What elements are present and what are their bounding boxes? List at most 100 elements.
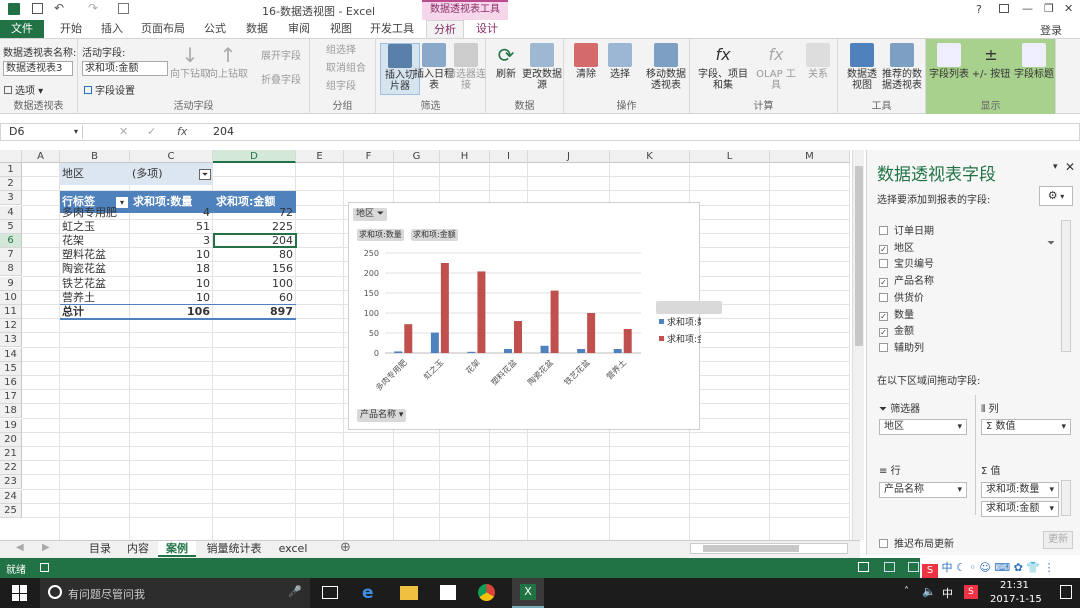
pivot-row-amt[interactable]: 80 xyxy=(213,248,293,262)
field-item[interactable]: ✓ 产品名称 xyxy=(879,272,934,288)
value-item-qty[interactable]: 求和项:数量 xyxy=(981,482,1059,498)
store-icon[interactable] xyxy=(440,585,456,600)
recommended-pivot-button[interactable]: 推荐的数据透视表 xyxy=(880,43,924,91)
row-header[interactable]: 16 xyxy=(0,376,22,390)
field-list-scrollbar[interactable] xyxy=(1061,220,1071,352)
row-header[interactable]: 12 xyxy=(0,319,22,334)
drill-down-button[interactable]: ↓ 向下钻取 xyxy=(170,43,210,80)
row-header[interactable]: 3 xyxy=(0,191,22,206)
checkbox-icon[interactable] xyxy=(879,259,888,269)
microphone-icon[interactable]: 🎤 xyxy=(288,585,302,598)
ime-toolbar[interactable]: S 中 ☾ ◦ ☺ ⌨ ✿ 👕 ⋮ xyxy=(920,558,1080,578)
minimize-button[interactable]: — xyxy=(1022,2,1033,15)
column-header[interactable]: F xyxy=(344,150,394,163)
options-button[interactable]: 选项 ▾ xyxy=(4,82,43,97)
sign-in-link[interactable]: 登录 xyxy=(1040,22,1062,38)
excel-taskbar-icon[interactable]: X xyxy=(512,578,544,608)
group-field-button[interactable]: 组字段 xyxy=(326,81,356,93)
prev-sheet-icon[interactable]: ◀ xyxy=(16,542,24,553)
h-scroll-thumb[interactable] xyxy=(703,545,799,552)
pivot-row-qty[interactable]: 10 xyxy=(130,248,210,262)
checkbox-checked-icon[interactable]: ✓ xyxy=(879,311,888,321)
row-header[interactable]: 7 xyxy=(0,248,22,263)
row-header[interactable]: 5 xyxy=(0,219,22,234)
tab-formulas[interactable]: 公式 xyxy=(196,20,234,38)
tab-developer[interactable]: 开发工具 xyxy=(364,20,420,38)
column-header[interactable]: C xyxy=(130,150,213,163)
pivot-total-label[interactable]: 总计 xyxy=(62,305,84,319)
macro-record-icon[interactable] xyxy=(40,563,49,572)
pivot-row-amt[interactable]: 225 xyxy=(213,220,293,234)
row-header[interactable]: 19 xyxy=(0,418,22,433)
ungroup-button[interactable]: 取消组合 xyxy=(326,63,366,75)
row-header[interactable]: 11 xyxy=(0,305,22,319)
field-settings-button[interactable]: 字段设置 xyxy=(84,82,135,97)
pivot-row-qty[interactable]: 10 xyxy=(130,277,210,291)
next-sheet-icon[interactable]: ▶ xyxy=(42,542,50,553)
horizontal-scrollbar[interactable] xyxy=(690,543,848,554)
pivot-row-label[interactable]: 塑料花盆 xyxy=(62,248,130,262)
customize-icon[interactable] xyxy=(118,3,129,14)
column-header[interactable]: M xyxy=(770,150,850,163)
undo-icon[interactable]: ↶ xyxy=(54,1,64,15)
pivot-row-label[interactable]: 多肉专用肥 xyxy=(62,206,130,220)
close-button[interactable]: ✕ xyxy=(1064,2,1073,15)
column-item-values[interactable]: Σ 数值 xyxy=(981,419,1071,435)
pivot-row-qty[interactable]: 18 xyxy=(130,262,210,276)
pivot-row-qty[interactable]: 10 xyxy=(130,291,210,305)
row-item-product[interactable]: 产品名称 xyxy=(879,482,967,498)
row-header[interactable]: 2 xyxy=(0,177,22,192)
field-item[interactable]: 宝贝编号 xyxy=(879,255,934,270)
tab-page-layout[interactable]: 页面布局 xyxy=(136,20,190,38)
filter-connections-button[interactable]: 筛选器连接 xyxy=(446,43,486,91)
chart-axis-button[interactable]: 产品名称 ▾ xyxy=(357,409,407,422)
field-item[interactable]: ✓ 金额 xyxy=(879,322,914,338)
pane-close-icon[interactable]: ✕ xyxy=(1065,160,1075,174)
excel-save-icon[interactable] xyxy=(8,3,20,15)
help-button[interactable]: ? xyxy=(976,3,982,16)
row-header[interactable]: 9 xyxy=(0,276,22,291)
pivot-chart-button[interactable]: 数据透视图 xyxy=(844,43,880,91)
tab-home[interactable]: 开始 xyxy=(50,20,92,38)
sheet-tab-excel[interactable]: excel xyxy=(272,541,314,557)
tab-view[interactable]: 视图 xyxy=(322,20,360,38)
add-sheet-icon[interactable]: ⊕ xyxy=(340,540,351,555)
checkbox-checked-icon[interactable]: ✓ xyxy=(879,328,888,338)
notifications-icon[interactable] xyxy=(1060,585,1072,599)
filter-item-region[interactable]: 地区 xyxy=(879,419,967,435)
tab-design[interactable]: 设计 xyxy=(468,20,506,38)
explorer-icon[interactable] xyxy=(400,586,418,600)
column-header[interactable]: D xyxy=(213,150,296,163)
pane-options-icon[interactable]: ▾ xyxy=(1053,162,1058,172)
pivot-row-qty[interactable]: 3 xyxy=(130,234,210,248)
row-header[interactable]: 10 xyxy=(0,290,22,305)
scroll-thumb[interactable] xyxy=(855,166,863,346)
sheet-tab-sales[interactable]: 销量统计表 xyxy=(198,541,270,557)
cancel-icon[interactable]: ✕ xyxy=(119,125,128,138)
pivot-filter-dropdown[interactable]: ⏷ xyxy=(199,169,211,180)
edge-icon[interactable]: e xyxy=(362,583,374,603)
column-header[interactable]: L xyxy=(690,150,770,163)
field-item[interactable]: 辅助列 xyxy=(879,339,924,354)
column-header[interactable]: G xyxy=(394,150,440,163)
save-icon[interactable] xyxy=(32,3,43,14)
pivot-row-label[interactable]: 花架 xyxy=(62,234,130,248)
column-header[interactable]: J xyxy=(528,150,610,163)
checkbox-checked-icon[interactable]: ✓ xyxy=(879,278,888,288)
pivot-row-amt[interactable]: 72 xyxy=(213,206,293,220)
field-item[interactable]: ✓ 地区 xyxy=(879,239,914,254)
page-layout-icon[interactable] xyxy=(884,562,895,572)
active-field-input[interactable]: 求和项:金额 xyxy=(82,61,168,76)
row-header[interactable]: 25 xyxy=(0,503,22,518)
column-header[interactable]: K xyxy=(610,150,690,163)
row-header[interactable]: 4 xyxy=(0,205,22,220)
pivot-total-qty[interactable]: 106 xyxy=(130,305,210,319)
pane-settings-button[interactable]: ⚙ ▾ xyxy=(1039,186,1073,206)
row-header[interactable]: 14 xyxy=(0,347,22,362)
column-header[interactable]: H xyxy=(440,150,490,163)
page-break-icon[interactable] xyxy=(908,562,919,572)
field-item[interactable]: 订单日期 xyxy=(879,222,934,237)
redo-icon[interactable]: ↷ xyxy=(88,1,98,15)
change-source-button[interactable]: 更改数据源 xyxy=(522,43,562,91)
row-header[interactable]: 6 xyxy=(0,234,22,248)
